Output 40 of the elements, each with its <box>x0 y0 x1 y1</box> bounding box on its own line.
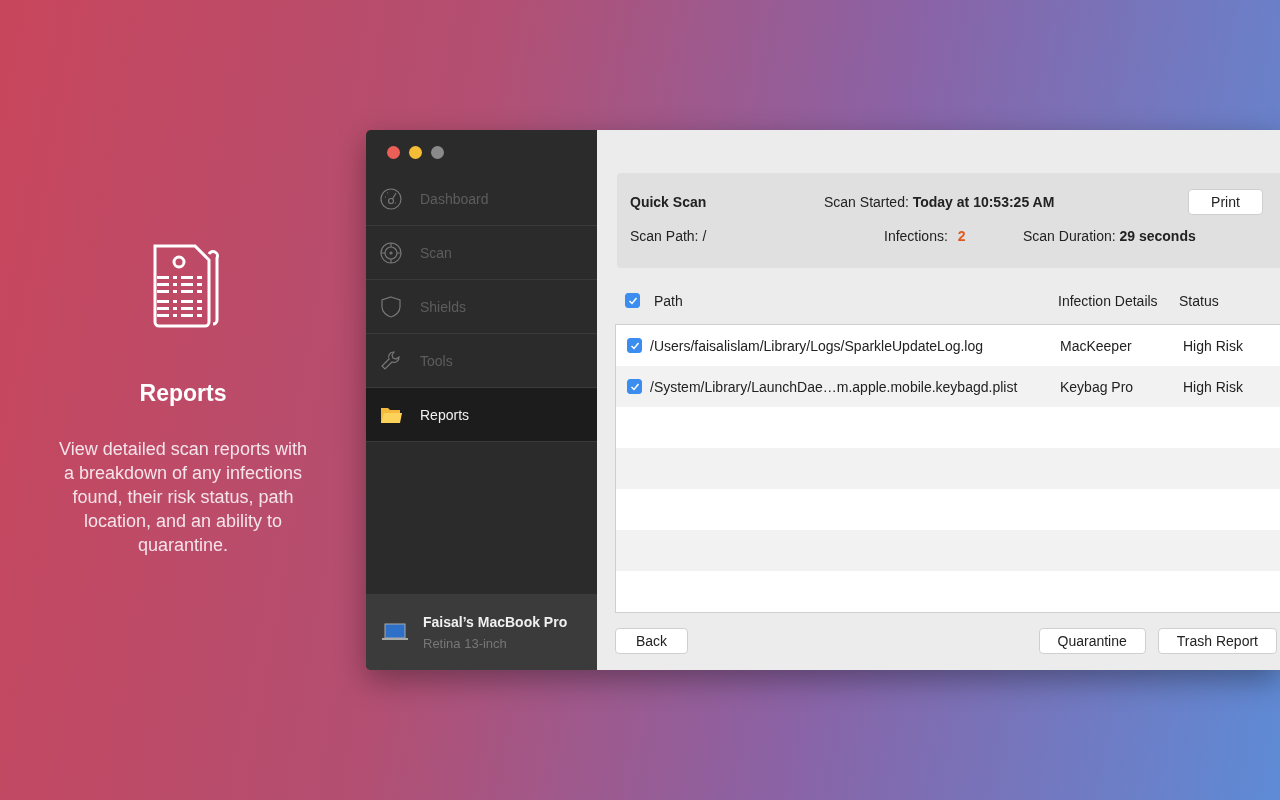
sidebar-item[interactable]: Reports <box>366 388 597 442</box>
print-button[interactable]: Print <box>1188 189 1263 215</box>
crosshair-icon <box>379 240 403 265</box>
feature-description: View detailed scan reports with a breakdown of any infections found, their risk status, path location, and an ability to quarantine. <box>58 438 308 557</box>
gauge-icon <box>379 186 403 211</box>
scan-start-time: Today at 10:53:25 AM <box>912 194 1055 210</box>
checkmark-icon <box>629 381 640 392</box>
infection-count: 2 <box>957 228 966 244</box>
risk-status: High Risk <box>1183 337 1243 354</box>
shield-icon <box>379 294 403 319</box>
checkbox[interactable] <box>627 338 642 353</box>
column-header[interactable]: Path <box>654 292 1058 309</box>
zoom-button[interactable] <box>431 146 444 159</box>
device-model: Retina 13-inch <box>423 635 508 651</box>
column-header[interactable]: Status <box>1179 292 1219 309</box>
file-path: /Users/faisalislam/Library/Logs/SparkleUpdateLog.log <box>650 337 985 354</box>
label: Scan Duration: <box>1023 228 1116 244</box>
checkmark-icon <box>629 340 640 351</box>
risk-status: High Risk <box>1183 378 1243 395</box>
infection-name: Keybag Pro <box>1060 378 1135 395</box>
feature-title: Reports <box>139 380 227 407</box>
scan-type: Quick Scan <box>630 194 708 210</box>
minimize-button[interactable] <box>409 146 422 159</box>
checkbox[interactable] <box>625 293 640 308</box>
label: Scan Path: <box>630 228 699 244</box>
close-button[interactable] <box>387 146 400 159</box>
quarantine-button[interactable]: Quarantine <box>1038 627 1146 654</box>
scan-duration: 29 seconds <box>1119 228 1196 244</box>
scan-path: / <box>702 228 707 244</box>
label: Infections: <box>884 228 948 244</box>
trash-report-button[interactable]: Trash Report <box>1157 627 1277 654</box>
file-path: /System/Library/LaunchDae…m.apple.mobile.keybagd.plist <box>650 378 1019 395</box>
back-button[interactable]: Back <box>615 627 689 654</box>
checkbox[interactable] <box>627 379 642 394</box>
device-name: Faisal’s MacBook Pro <box>423 613 568 630</box>
label: Scan Started: <box>824 194 909 210</box>
laptop-icon <box>381 622 409 642</box>
column-header[interactable]: Infection Details <box>1058 292 1179 309</box>
checkmark-icon <box>627 295 638 306</box>
infection-name: MacKeeper <box>1060 337 1133 354</box>
